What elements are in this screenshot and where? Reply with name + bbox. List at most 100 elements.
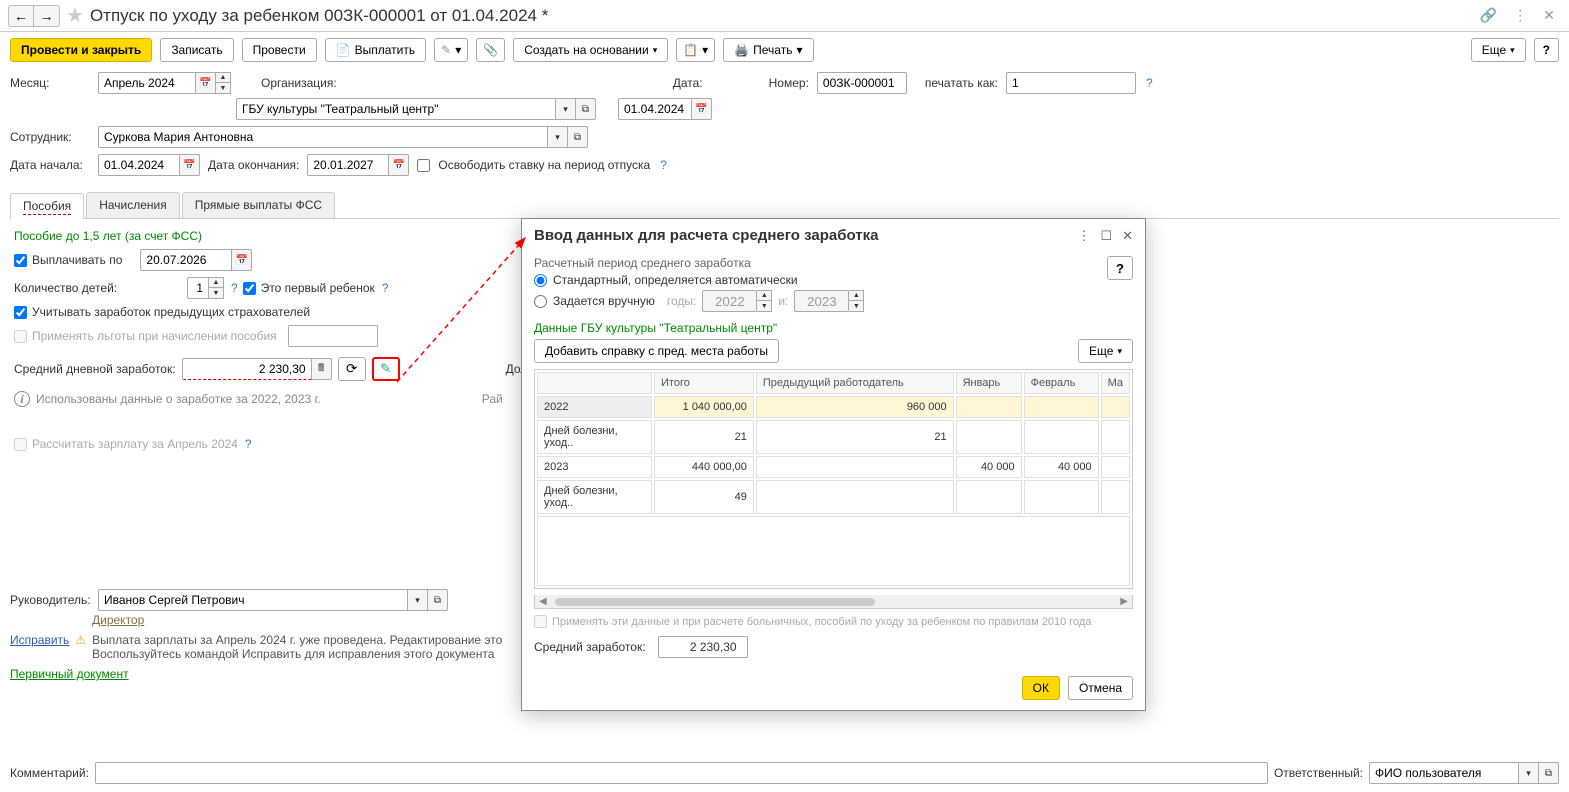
month-input[interactable]	[98, 72, 196, 94]
col-jan: Январь	[956, 372, 1022, 394]
children-up-icon[interactable]: ▲	[209, 278, 223, 288]
submit-button[interactable]: Провести	[242, 38, 317, 62]
apply-benefits-checkbox	[14, 330, 27, 343]
prev-insurers-checkbox[interactable]	[14, 306, 27, 319]
number-label: Номер:	[769, 76, 809, 90]
modal-maximize-icon[interactable]: ☐	[1100, 228, 1112, 244]
period-manual-radio[interactable]	[534, 295, 547, 308]
help-icon[interactable]: ?	[231, 281, 238, 295]
calendar-icon[interactable]: 📅	[389, 154, 409, 176]
dropdown-icon[interactable]	[1519, 762, 1539, 784]
dropdown-icon[interactable]	[556, 98, 576, 120]
open-icon[interactable]	[568, 126, 588, 148]
modal-more-button[interactable]: Еще	[1078, 339, 1133, 363]
close-window-icon[interactable]: ✕	[1537, 5, 1561, 26]
calendar-icon[interactable]: 📅	[180, 154, 200, 176]
table-scrollbar[interactable]: ◀ ▶	[534, 595, 1133, 609]
help-icon[interactable]: ?	[382, 281, 389, 295]
month-up-icon[interactable]: ▲	[216, 73, 230, 83]
dropdown-icon[interactable]	[408, 589, 428, 611]
copy-button[interactable]: 📋 ▾	[676, 38, 715, 62]
help-icon[interactable]: ?	[1146, 76, 1153, 90]
open-icon[interactable]	[1539, 762, 1559, 784]
pay-icon: 📄	[336, 43, 351, 57]
tab-benefits[interactable]: Пособия	[10, 193, 84, 219]
pay-until-date-input[interactable]	[140, 249, 232, 271]
modal-menu-icon[interactable]: ⋮	[1077, 228, 1090, 244]
save-button[interactable]: Записать	[160, 38, 233, 62]
end-date-input[interactable]	[307, 154, 389, 176]
pay-until-checkbox[interactable]	[14, 254, 27, 267]
edit-avg-button[interactable]: ✎	[372, 357, 400, 381]
manager-position-link[interactable]: Директор	[92, 613, 144, 627]
row-label[interactable]: 2023	[537, 456, 652, 478]
print-as-input[interactable]	[1006, 72, 1136, 94]
comment-label: Комментарий:	[10, 766, 89, 780]
dropdown-icon[interactable]	[548, 126, 568, 148]
nav-back[interactable]: ←	[8, 5, 34, 27]
rai-label: Рай	[482, 392, 503, 406]
free-rate-checkbox[interactable]	[417, 159, 430, 172]
recalc-checkbox	[14, 438, 27, 451]
period-auto-radio[interactable]	[534, 274, 547, 287]
date-input[interactable]	[618, 98, 692, 120]
create-from-button[interactable]: Создать на основании	[513, 38, 668, 62]
start-date-input[interactable]	[98, 154, 180, 176]
add-certificate-button[interactable]: Добавить справку с пред. места работы	[534, 339, 779, 363]
link-icon[interactable]: 🔗	[1474, 5, 1503, 26]
month-label: Месяц:	[10, 76, 90, 90]
tabs: Пособия Начисления Прямые выплаты ФСС	[10, 192, 1559, 219]
col-mar: Ма	[1101, 372, 1130, 394]
help-icon[interactable]: ?	[660, 158, 667, 172]
calendar-icon[interactable]: 📅	[692, 98, 712, 120]
nav-forward[interactable]: →	[34, 5, 60, 27]
row-label[interactable]: 2022	[537, 396, 652, 418]
earnings-table: Итого Предыдущий работодатель Январь Фев…	[534, 369, 1133, 589]
children-count-label: Количество детей:	[14, 281, 182, 295]
fix-link[interactable]: Исправить	[10, 633, 69, 647]
data-source-label: Данные ГБУ культуры "Театральный центр"	[534, 321, 1133, 335]
pay-button[interactable]: 📄 Выплатить	[325, 38, 426, 62]
employee-input[interactable]	[98, 126, 548, 148]
month-down-icon[interactable]: ▼	[216, 83, 230, 93]
bottom-bar: Комментарий: Ответственный:	[0, 758, 1569, 788]
refresh-icon: ⟳	[346, 361, 357, 377]
number-input[interactable]	[817, 72, 907, 94]
warning-text: Выплата зарплаты за Апрель 2024 г. уже п…	[92, 633, 502, 661]
children-down-icon[interactable]: ▼	[209, 288, 223, 298]
row-label[interactable]: Дней болезни, уход..	[537, 420, 652, 454]
row-label[interactable]: Дней болезни, уход..	[537, 480, 652, 514]
menu-icon[interactable]: ⋮	[1507, 5, 1533, 26]
help-icon[interactable]: ?	[245, 437, 252, 451]
col-prev: Предыдущий работодатель	[756, 372, 954, 394]
cancel-button[interactable]: Отмена	[1068, 676, 1133, 700]
children-count-input[interactable]	[187, 277, 209, 299]
print-button[interactable]: 🖨️ Печать ▾	[723, 38, 813, 62]
manager-input[interactable]	[98, 589, 408, 611]
calc-icon[interactable]: 🖩	[312, 358, 332, 380]
refresh-button[interactable]: ⟳	[338, 357, 366, 381]
tab-fss[interactable]: Прямые выплаты ФСС	[182, 192, 335, 218]
ok-button[interactable]: ОК	[1022, 676, 1060, 700]
calendar-icon[interactable]: 📅	[232, 249, 252, 271]
responsible-input[interactable]	[1369, 762, 1519, 784]
and-label: и:	[778, 294, 788, 308]
tab-accruals[interactable]: Начисления	[86, 192, 180, 218]
first-child-checkbox[interactable]	[243, 282, 256, 295]
attach-button[interactable]: 📎	[476, 38, 505, 62]
calendar-icon[interactable]: 📅	[196, 72, 216, 94]
more-button[interactable]: Еще	[1471, 38, 1526, 62]
highlight-button[interactable]: ✎ ▾	[434, 38, 468, 62]
avg-daily-input[interactable]	[182, 358, 312, 380]
help-button[interactable]: ?	[1534, 38, 1559, 62]
favorite-star-icon[interactable]: ★	[66, 3, 84, 28]
primary-doc-link[interactable]: Первичный документ	[10, 667, 129, 681]
open-icon[interactable]	[576, 98, 596, 120]
org-input[interactable]	[236, 98, 556, 120]
comment-input[interactable]	[95, 762, 1268, 784]
open-icon[interactable]	[428, 589, 448, 611]
modal-help-button[interactable]: ?	[1107, 256, 1133, 280]
modal-close-icon[interactable]: ✕	[1122, 228, 1133, 244]
warning-icon: ⚠	[75, 633, 86, 647]
submit-close-button[interactable]: Провести и закрыть	[10, 38, 152, 62]
